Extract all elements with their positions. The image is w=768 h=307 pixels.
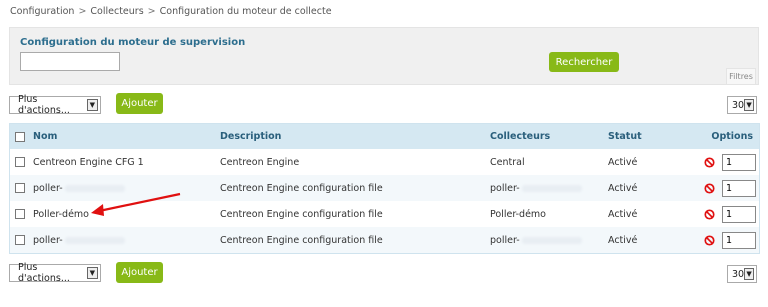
table-row: poller- Centreon Engine configuration fi…	[10, 227, 759, 253]
page-limit-value: 30	[732, 99, 745, 111]
chevron-down-icon: ▼	[86, 267, 98, 279]
row-checkbox[interactable]	[15, 209, 25, 219]
page-limit-value: 30	[732, 268, 745, 280]
redacted-text	[521, 184, 582, 192]
redacted-text	[64, 184, 125, 192]
column-header-name[interactable]: Nom	[33, 131, 57, 142]
row-collector: Central	[490, 156, 525, 168]
collectors-table: Nom Description Collecteurs Statut Optio…	[9, 123, 760, 254]
row-description: Centreon Engine configuration file	[220, 234, 383, 246]
table-row: Poller-démo Centreon Engine configuratio…	[10, 201, 759, 227]
redacted-text	[64, 236, 125, 244]
row-description: Centreon Engine configuration file	[220, 208, 383, 220]
row-description: Centreon Engine	[220, 156, 300, 168]
row-name-link[interactable]: Poller-démo	[33, 209, 89, 220]
duplicate-count-input[interactable]	[722, 153, 756, 171]
chevron-down-icon: ▼	[86, 99, 98, 111]
row-name-link[interactable]: Centreon Engine CFG 1	[33, 157, 144, 168]
disable-icon[interactable]	[704, 156, 715, 168]
row-checkbox[interactable]	[15, 235, 25, 245]
more-actions-select-top[interactable]: Plus d'actions... ▼	[9, 94, 101, 116]
page-limit-select-bottom[interactable]: 30 ▼	[727, 265, 757, 283]
filter-title: Configuration du moteur de supervision	[20, 37, 246, 48]
row-status: Activé	[608, 234, 638, 246]
row-collector: poller-	[490, 235, 582, 246]
row-collector: Poller-démo	[490, 208, 546, 220]
row-description: Centreon Engine configuration file	[220, 182, 383, 194]
column-header-options: Options	[711, 131, 753, 142]
breadcrumb-item-collectors[interactable]: Collecteurs	[90, 6, 143, 17]
column-header-collectors[interactable]: Collecteurs	[490, 131, 550, 142]
more-actions-label: Plus d'actions...	[18, 94, 70, 116]
search-input[interactable]	[20, 52, 120, 71]
table-header: Nom Description Collecteurs Statut Optio…	[10, 124, 759, 149]
duplicate-count-input[interactable]	[722, 231, 756, 249]
row-status: Activé	[608, 156, 638, 168]
column-header-status[interactable]: Statut	[608, 131, 642, 142]
row-status: Activé	[608, 208, 638, 220]
duplicate-count-input[interactable]	[722, 205, 756, 223]
chevron-down-icon: ▼	[744, 99, 754, 111]
row-collector: poller-	[490, 183, 582, 194]
disable-icon[interactable]	[704, 208, 715, 220]
breadcrumb-separator: >	[147, 6, 156, 17]
breadcrumb-separator: >	[78, 6, 87, 17]
duplicate-count-input[interactable]	[722, 179, 756, 197]
add-button-top[interactable]: Ajouter	[116, 93, 163, 114]
row-name-link[interactable]: poller-	[33, 183, 125, 194]
chevron-down-icon: ▼	[744, 268, 754, 280]
breadcrumb-item-engine-config[interactable]: Configuration du moteur de collecte	[160, 6, 332, 17]
redacted-text	[521, 236, 582, 244]
row-status: Activé	[608, 182, 638, 194]
more-actions-label: Plus d'actions...	[18, 262, 70, 284]
row-name-link[interactable]: poller-	[33, 235, 125, 246]
add-button-bottom[interactable]: Ajouter	[116, 262, 163, 283]
disable-icon[interactable]	[704, 234, 715, 246]
filters-tab[interactable]: Filtres	[726, 68, 756, 84]
filter-panel: Configuration du moteur de supervision R…	[9, 27, 759, 85]
page-limit-select-top[interactable]: 30 ▼	[727, 96, 757, 114]
more-actions-select-bottom[interactable]: Plus d'actions... ▼	[9, 262, 101, 284]
search-button[interactable]: Rechercher	[549, 52, 619, 72]
breadcrumb-item-configuration[interactable]: Configuration	[10, 6, 74, 17]
table-row: Centreon Engine CFG 1 Centreon Engine Ce…	[10, 149, 759, 175]
row-checkbox[interactable]	[15, 157, 25, 167]
table-row: poller- Centreon Engine configuration fi…	[10, 175, 759, 201]
select-all-checkbox[interactable]	[15, 131, 25, 142]
column-header-description[interactable]: Description	[220, 131, 281, 142]
row-checkbox[interactable]	[15, 183, 25, 193]
breadcrumb: Configuration > Collecteurs > Configuration …	[10, 6, 332, 17]
disable-icon[interactable]	[704, 182, 715, 194]
